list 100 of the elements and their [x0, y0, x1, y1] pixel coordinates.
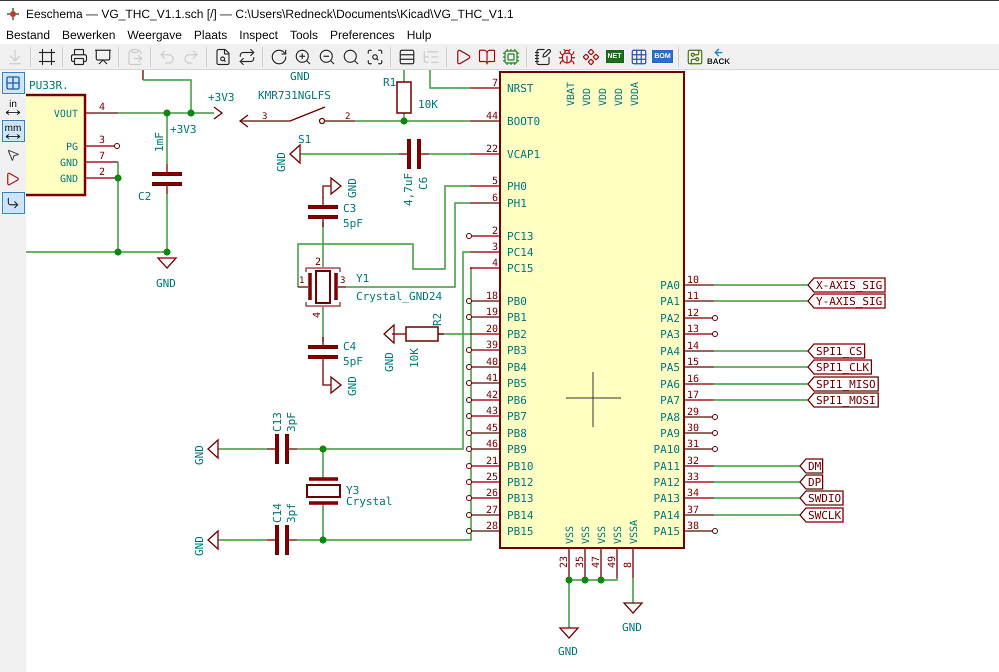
capacitor-symbol	[267, 525, 297, 555]
pin-number: 49	[607, 556, 618, 568]
pin-number: 17	[687, 390, 700, 401]
pin-line	[684, 416, 714, 418]
reference-label: PU33R.	[29, 79, 69, 92]
net-label: DP	[799, 474, 824, 490]
pin-number: 31	[687, 439, 700, 450]
menu-item[interactable]: Tools	[290, 29, 318, 41]
circuit-board-icon	[686, 48, 704, 66]
reference-label: C2	[138, 190, 152, 203]
value-label: KMR731NGLFS	[258, 89, 331, 102]
pin-line	[470, 235, 500, 237]
pin-line	[470, 415, 500, 417]
capacitor-symbol	[308, 337, 338, 367]
printer-icon	[70, 48, 88, 66]
pin-name: PB1	[507, 311, 527, 324]
pin-name: PB2	[507, 328, 527, 341]
pin-number: 29	[687, 407, 700, 418]
pin-number: 38	[687, 521, 700, 532]
pin-name: PG	[66, 142, 78, 153]
value-label: Crystal	[346, 495, 392, 508]
net-label: Y-AXIS_SIG	[807, 293, 886, 309]
pin-name: GND	[60, 174, 78, 185]
toolbar-separator	[446, 46, 447, 66]
ground-symbol	[383, 324, 395, 344]
pin-number: 34	[687, 488, 700, 499]
width-arrow-icon	[5, 110, 21, 114]
menu-item[interactable]: Weergave	[127, 29, 182, 41]
pin-number: 23	[559, 556, 570, 568]
junction-dot	[320, 446, 326, 452]
junction-dot	[598, 576, 604, 584]
ground-symbol	[156, 257, 178, 269]
pin-number: 41	[486, 373, 498, 384]
pin-line	[684, 530, 714, 532]
ground-symbol	[622, 602, 644, 614]
pin-line	[684, 333, 714, 335]
wire	[218, 448, 267, 450]
ground-symbol	[322, 176, 342, 198]
pin-number: 25	[486, 472, 498, 483]
menu-item[interactable]: Hulp	[406, 29, 432, 41]
pin-number: 43	[486, 406, 498, 417]
back-button[interactable]: BACK	[707, 45, 730, 68]
grid-toggle[interactable]	[2, 72, 24, 94]
pin-name: PA3	[660, 328, 680, 341]
frame-icon	[38, 48, 56, 66]
ground-symbol	[289, 144, 301, 164]
pin-number: 15	[687, 357, 700, 368]
pin-name: GND	[60, 158, 78, 169]
chip-icon	[502, 48, 520, 66]
junction-dot	[320, 536, 326, 544]
pin-number: 3	[262, 112, 268, 122]
units-button[interactable]: in	[2, 96, 24, 118]
pin-number: 28	[486, 521, 498, 532]
pin-name: PA1	[660, 295, 680, 308]
power-label: GND	[558, 645, 578, 658]
reference-label: R2	[431, 312, 444, 326]
junction-dot	[400, 118, 408, 124]
menu-item[interactable]: Plaats	[194, 29, 228, 41]
toolbar-separator	[262, 46, 263, 66]
grid-icon	[5, 75, 21, 91]
zoom-area-icon	[366, 48, 384, 66]
reference-label: C6	[417, 176, 430, 190]
pin-name: PH0	[507, 180, 527, 193]
pin-line	[470, 366, 500, 368]
pin-line	[568, 548, 570, 578]
reference-label: S1	[298, 133, 312, 146]
crosshair-cursor	[566, 372, 622, 428]
resistor-symbol	[392, 326, 444, 342]
pin-name: BOOT0	[507, 115, 540, 128]
pin-name: PB3	[507, 344, 527, 357]
value-label: 10K	[408, 348, 421, 368]
menu-item[interactable]: Preferences	[330, 29, 395, 41]
pin-number: 2	[315, 257, 322, 268]
net-label: SPI1_MOSI	[807, 392, 879, 408]
pin-name: PA14	[654, 509, 680, 522]
app-logo-icon	[6, 6, 20, 20]
cursor-icon	[6, 148, 20, 162]
pin-name: VDD	[598, 88, 609, 106]
pin-line	[616, 548, 618, 578]
menu-item[interactable]: Inspect	[239, 29, 278, 41]
ground-symbol	[558, 627, 580, 639]
crystal-symbol	[306, 477, 341, 505]
junction-dot	[566, 576, 572, 584]
wire	[429, 70, 470, 89]
pin-name: VSS	[597, 526, 608, 544]
pin-number: 10	[687, 275, 700, 286]
menu-item[interactable]: Bewerken	[62, 29, 116, 41]
pin-number: 22	[486, 144, 498, 155]
pin-line	[470, 481, 500, 483]
pin-name: PA10	[654, 443, 680, 456]
menu-item[interactable]: Bestand	[6, 29, 50, 41]
value-label: 5pF	[343, 217, 363, 230]
power-label: GND	[193, 445, 206, 465]
pin-name: VSS	[581, 526, 592, 544]
pin-number: 6	[492, 193, 498, 204]
units-button[interactable]: mm	[2, 120, 24, 142]
pin-name: PA15	[654, 525, 680, 538]
power-label: GND	[193, 536, 206, 556]
pin-number: 46	[486, 439, 498, 450]
wire-angle-toggle[interactable]	[2, 192, 24, 214]
